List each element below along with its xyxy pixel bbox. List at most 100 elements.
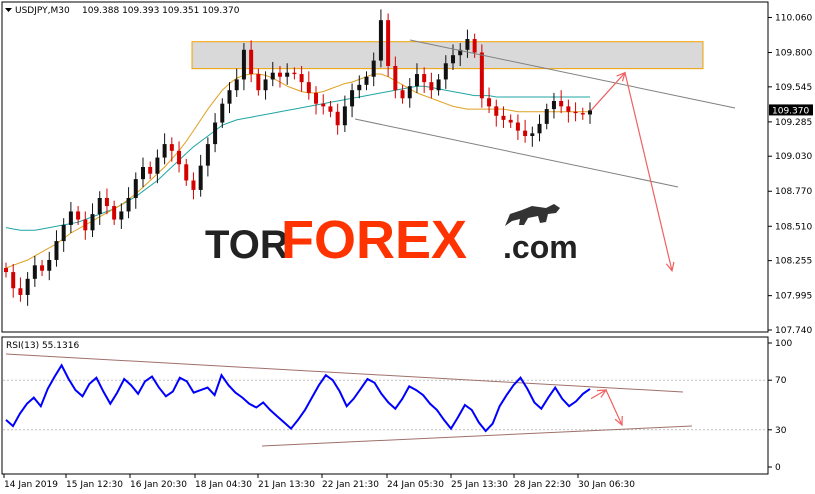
candle-body (465, 39, 470, 50)
candle-body (292, 72, 297, 75)
price-tick-label: 110.060 (775, 13, 812, 23)
rsi-tick-label: 70 (775, 376, 787, 386)
rsi-panel-frame (1, 336, 769, 475)
rsi-label: RSI(13) 55.1316 (6, 341, 79, 351)
time-tick-label: 24 Jan 05:30 (387, 480, 444, 490)
candle-body (4, 268, 8, 273)
price-tick-label: 109.285 (775, 118, 812, 128)
candle-body (371, 60, 376, 77)
rsi-tick-label: 100 (775, 339, 792, 349)
time-tick-label: 25 Jan 13:30 (451, 480, 508, 490)
candle-body (508, 119, 513, 123)
candle-body (530, 133, 535, 137)
price-tick-label: 108.770 (775, 187, 812, 197)
candle-body (220, 103, 225, 123)
symbol-label: USDJPY,M30 (15, 6, 70, 16)
candle-body (104, 197, 109, 207)
time-tick-label: 22 Jan 21:30 (322, 480, 379, 490)
candle-body (97, 197, 102, 215)
candle-body (299, 74, 304, 83)
candle-body (328, 106, 333, 112)
candle-body (378, 20, 383, 61)
candle-body (306, 82, 311, 93)
price-tick-label: 108.255 (775, 257, 812, 267)
candle-body (515, 122, 520, 131)
candle-body (357, 84, 362, 91)
candle-body (40, 265, 45, 271)
candle-body (140, 167, 145, 180)
time-tick-label: 30 Jan 06:30 (578, 480, 635, 490)
candle-body (32, 265, 37, 279)
candle-body (155, 157, 160, 174)
candle-body (148, 167, 153, 174)
candle-body (429, 82, 434, 91)
time-tick-label: 28 Jan 22:30 (514, 480, 571, 490)
time-tick-label: 16 Jan 20:30 (130, 480, 187, 490)
price-tick-label: 108.510 (775, 222, 812, 232)
candle-body (494, 106, 499, 116)
candle-body (11, 272, 16, 289)
time-tick-label: 15 Jan 12:30 (66, 480, 123, 490)
candle-body (227, 90, 232, 104)
candle-body (472, 39, 477, 53)
candle-body (76, 211, 81, 220)
candle-body (321, 103, 326, 107)
watermark-forex: FOREX (281, 210, 467, 270)
candle-body (249, 49, 254, 75)
candle-body (256, 74, 261, 91)
candle-body (213, 122, 218, 145)
current-price-label: 109.370 (772, 106, 809, 116)
time-tick-label: 14 Jan 2019 (4, 480, 58, 490)
candle-body (350, 90, 355, 107)
price-tick-label: 107.740 (775, 326, 812, 336)
candle-body (479, 52, 484, 99)
candle-body (451, 55, 456, 64)
candle-body (25, 278, 30, 295)
watermark-tor: TOR (205, 223, 289, 267)
candle-body (422, 74, 427, 83)
candle-body (198, 165, 203, 190)
time-tick-label: 18 Jan 04:30 (195, 480, 252, 490)
candle-body (263, 79, 268, 91)
candle-body (126, 197, 131, 212)
candle-body (18, 288, 23, 295)
candle-body (83, 219, 88, 231)
candle-body (342, 106, 347, 126)
rsi-tick-label: 0 (775, 463, 781, 473)
candle-body (205, 144, 210, 166)
candle-body (241, 49, 246, 80)
candle-body (191, 180, 196, 190)
candle-body (68, 211, 73, 225)
time-axis: 14 Jan 2019 15 Jan 12:30 16 Jan 20:30 18 Ja… (3, 474, 635, 490)
candle-body (573, 111, 578, 114)
candle-body (436, 79, 441, 91)
candle-body (169, 144, 174, 151)
candle-body (270, 72, 275, 80)
watermark-dotcom: .com (503, 229, 578, 265)
candle (479, 44, 484, 108)
candle-body (285, 72, 290, 77)
candle-body (400, 90, 405, 99)
candle-body (314, 92, 319, 104)
candle-body (580, 113, 585, 115)
price-tick-label: 109.030 (775, 152, 812, 162)
candle-body (112, 206, 117, 220)
candle-body (133, 179, 138, 198)
candle-body (544, 109, 549, 124)
candle-body (47, 259, 52, 271)
candle-body (393, 65, 398, 91)
candle-body (335, 111, 340, 126)
ohlc-values: 109.388 109.393 109.351 109.370 (82, 6, 240, 16)
candle-body (487, 98, 492, 107)
candle-body (386, 20, 391, 66)
rsi-tick-label: 30 (775, 426, 787, 436)
candle-body (523, 130, 528, 137)
rsi-axis: 100 70 30 0 (768, 339, 792, 473)
candle-body (414, 74, 419, 87)
candle-body (559, 100, 564, 107)
candle-body (277, 72, 282, 77)
symbol-dropdown[interactable]: USDJPY,M30 (5, 6, 70, 16)
candle-body (537, 123, 542, 134)
candle-body (119, 211, 124, 220)
candle-body (61, 224, 66, 242)
